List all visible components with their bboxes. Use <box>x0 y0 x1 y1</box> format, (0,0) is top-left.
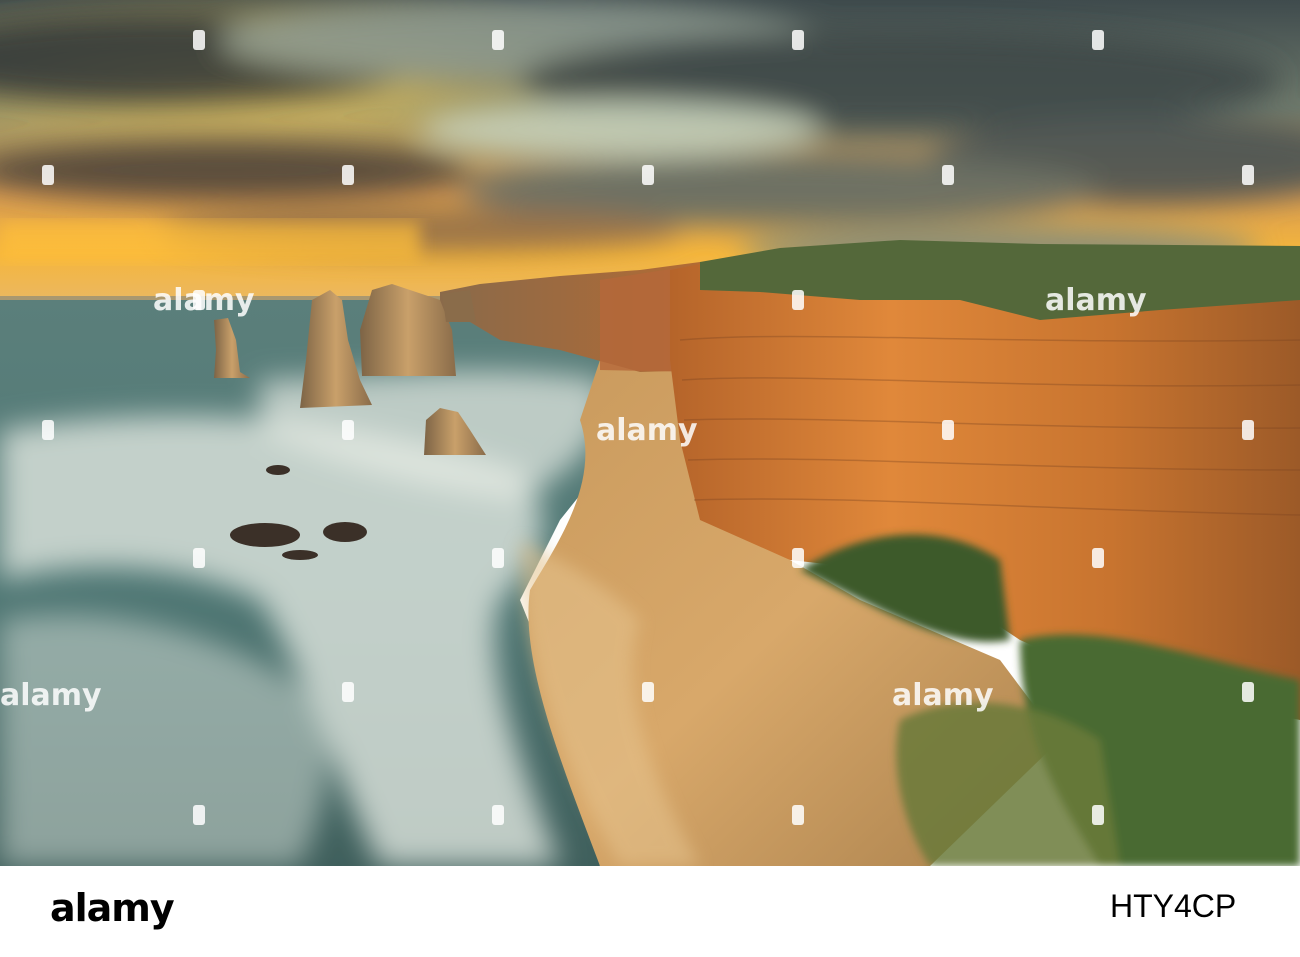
sea-stack-5 <box>442 290 476 322</box>
image-id: HTY4CP <box>1110 888 1237 924</box>
landscape-photo <box>0 0 1300 866</box>
alamy-logo[interactable]: alamy <box>50 886 175 930</box>
footer-bar: alamy HTY4CP <box>0 866 1300 957</box>
